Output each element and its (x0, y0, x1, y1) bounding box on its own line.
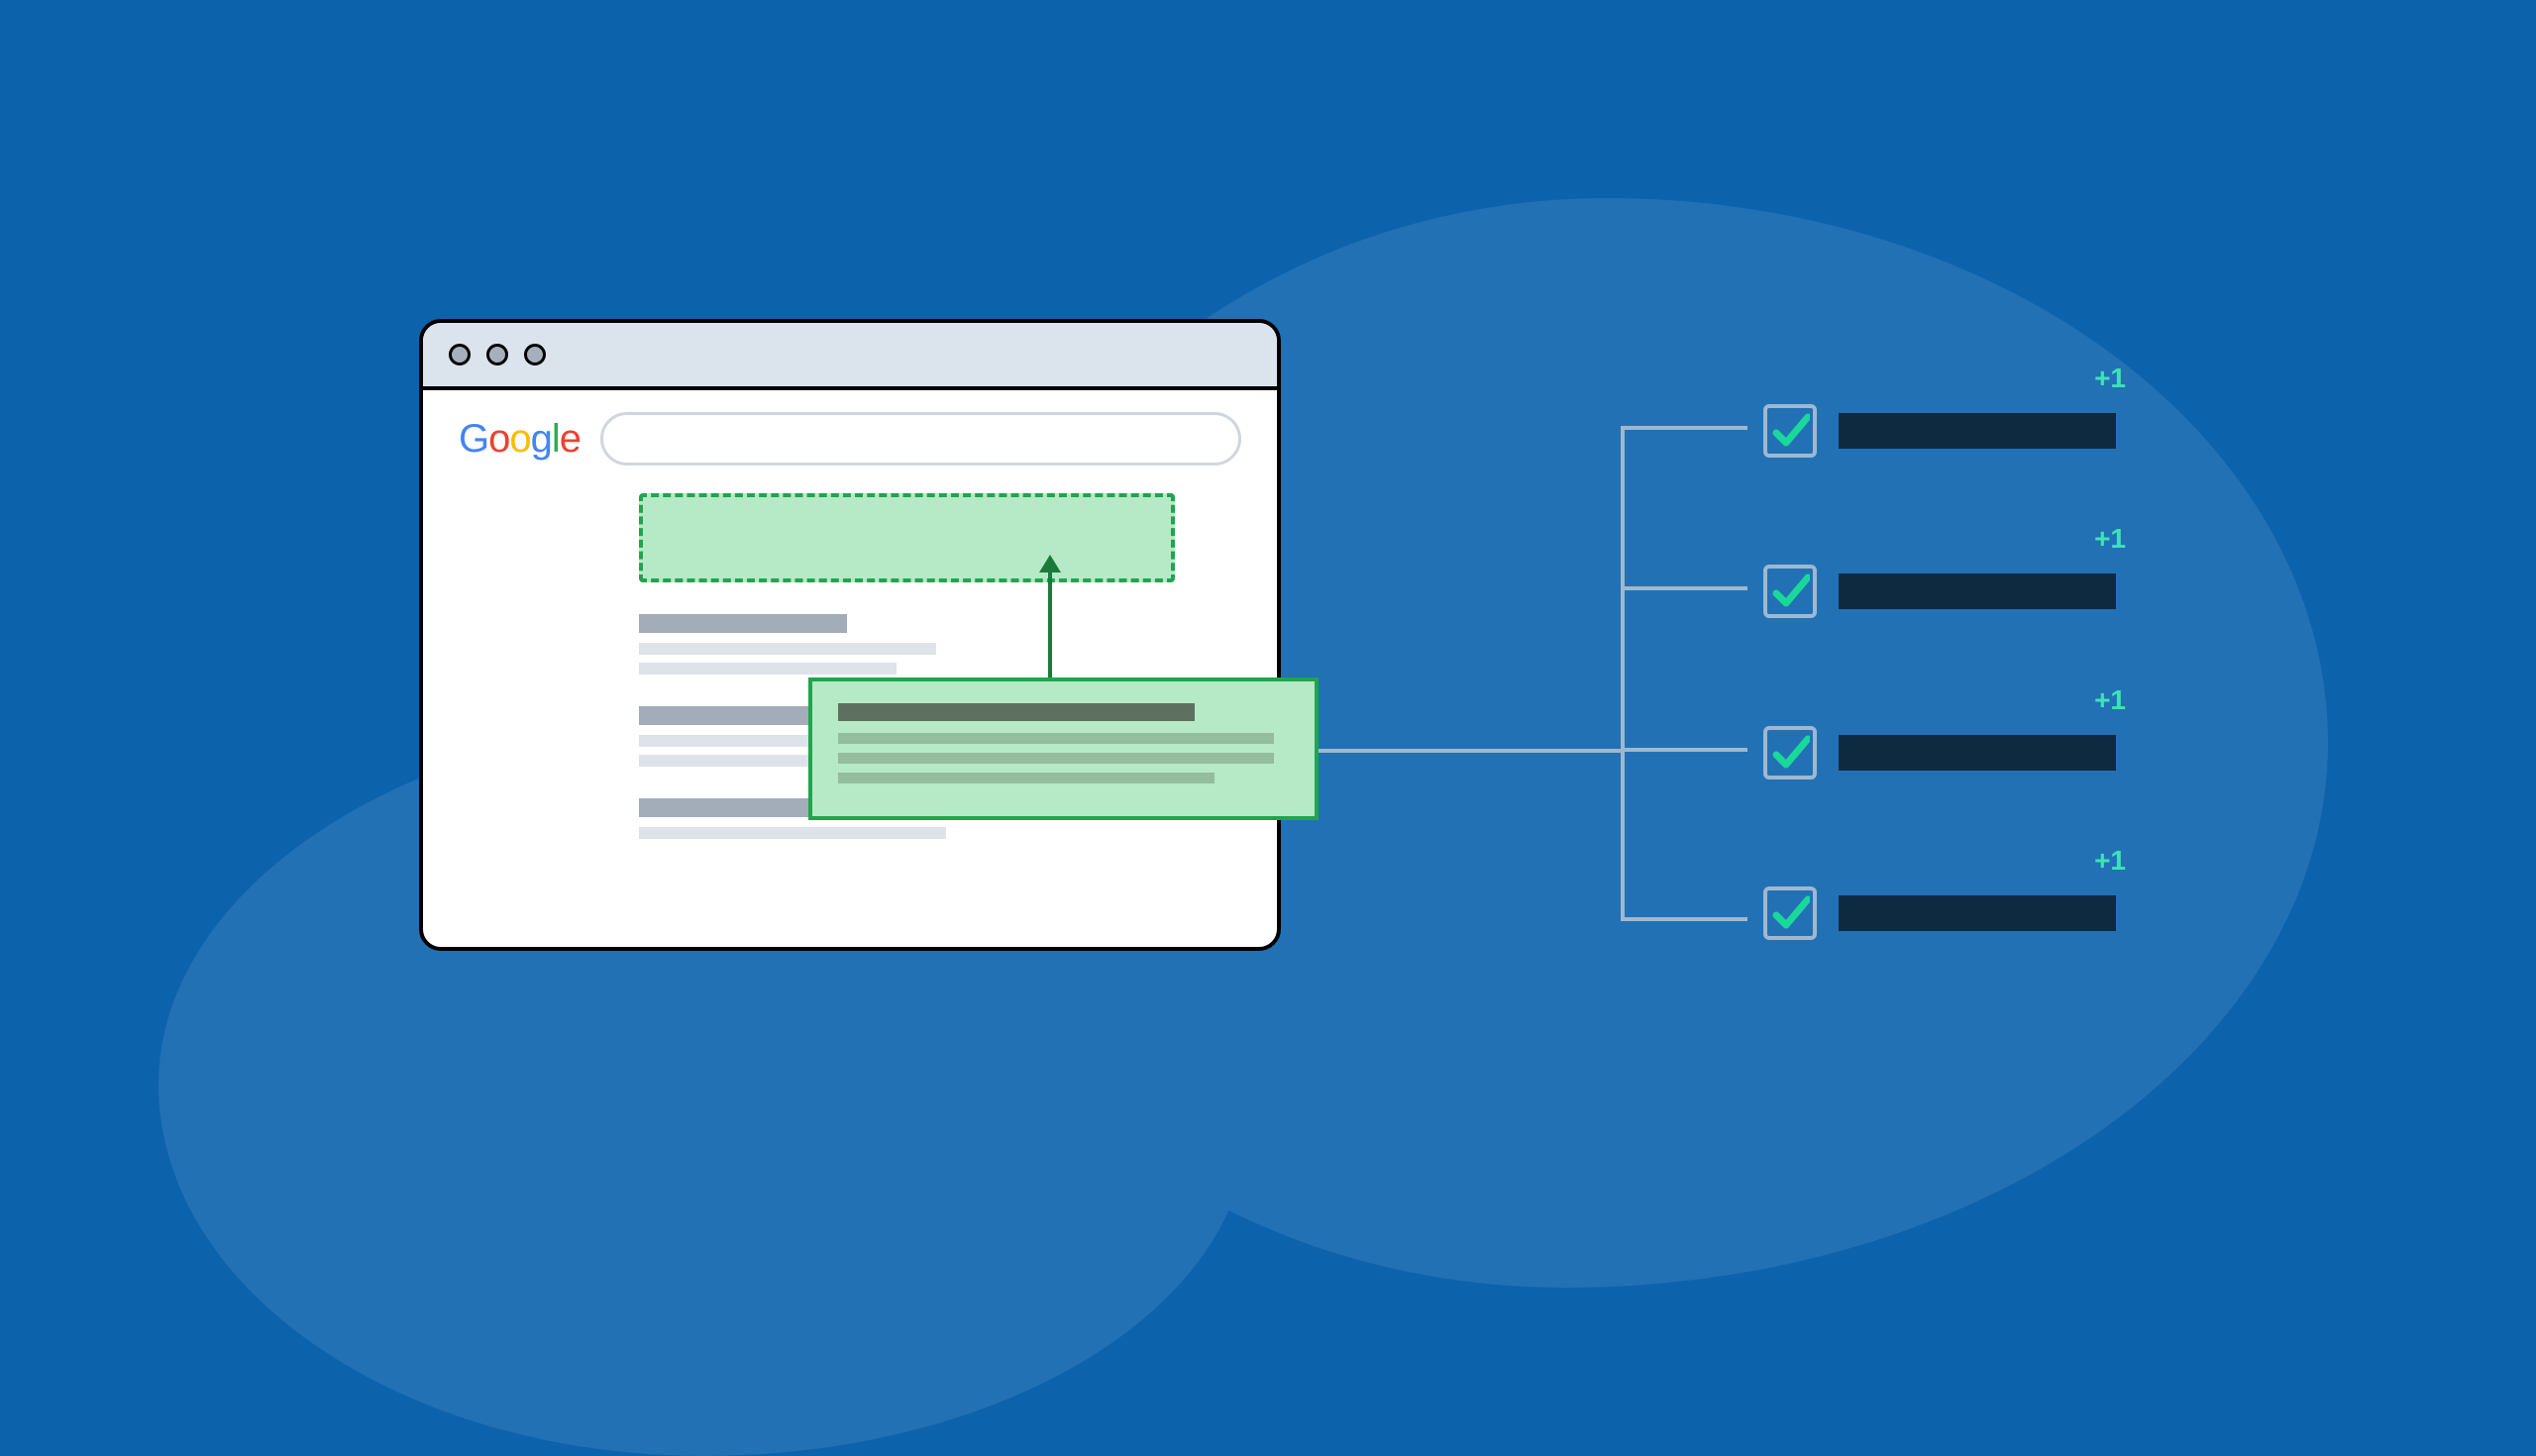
search-header: Google (459, 412, 1241, 466)
snippet-line-placeholder (838, 753, 1274, 764)
checklist-bar (1839, 735, 2116, 771)
checkbox[interactable] (1763, 565, 1817, 618)
checklist-item: +1 (1763, 404, 2116, 458)
snippet-line-placeholder (838, 733, 1274, 744)
arrow-up-line (1048, 565, 1052, 677)
logo-letter: o (488, 417, 509, 461)
search-result (639, 614, 1241, 675)
checkmark-icon (1770, 733, 1810, 773)
result-line-placeholder (639, 827, 946, 839)
plus-one-badge: +1 (2094, 845, 2126, 877)
bracket-arm (1621, 748, 1747, 752)
snippet-card (808, 677, 1319, 820)
snippet-title-placeholder (838, 703, 1195, 721)
snippet-line-placeholder (838, 773, 1215, 783)
checkbox[interactable] (1763, 726, 1817, 780)
google-logo: Google (459, 417, 581, 462)
logo-letter: e (560, 417, 581, 461)
window-control-dot[interactable] (524, 344, 546, 365)
checkmark-icon (1770, 411, 1810, 451)
checkmark-icon (1770, 893, 1810, 933)
checklist-item: +1 (1763, 886, 2116, 940)
browser-titlebar (423, 323, 1277, 390)
logo-letter: g (531, 417, 552, 461)
connector-line (1319, 749, 1621, 753)
checkbox[interactable] (1763, 404, 1817, 458)
bracket-arm (1621, 426, 1747, 430)
result-title-placeholder (639, 614, 847, 633)
search-input[interactable] (600, 412, 1241, 466)
plus-one-badge: +1 (2094, 523, 2126, 555)
checkmark-icon (1770, 572, 1810, 611)
window-control-dot[interactable] (486, 344, 508, 365)
checklist-bar (1839, 413, 2116, 449)
arrow-up-icon (1039, 555, 1061, 572)
checklist-bar (1839, 895, 2116, 931)
logo-letter: G (459, 417, 488, 461)
result-line-placeholder (639, 663, 897, 675)
logo-letter: l (552, 417, 560, 461)
featured-snippet-target (639, 493, 1175, 582)
bracket-vertical (1621, 426, 1625, 921)
bracket-arm (1621, 586, 1747, 590)
plus-one-badge: +1 (2094, 684, 2126, 716)
window-control-dot[interactable] (449, 344, 471, 365)
result-line-placeholder (639, 643, 936, 655)
bracket-arm (1621, 917, 1747, 921)
checkbox[interactable] (1763, 886, 1817, 940)
checklist-item: +1 (1763, 726, 2116, 780)
checklist-item: +1 (1763, 565, 2116, 618)
plus-one-badge: +1 (2094, 363, 2126, 394)
checklist-bar (1839, 573, 2116, 609)
browser-window: Google (419, 319, 1281, 951)
logo-letter: o (509, 417, 530, 461)
